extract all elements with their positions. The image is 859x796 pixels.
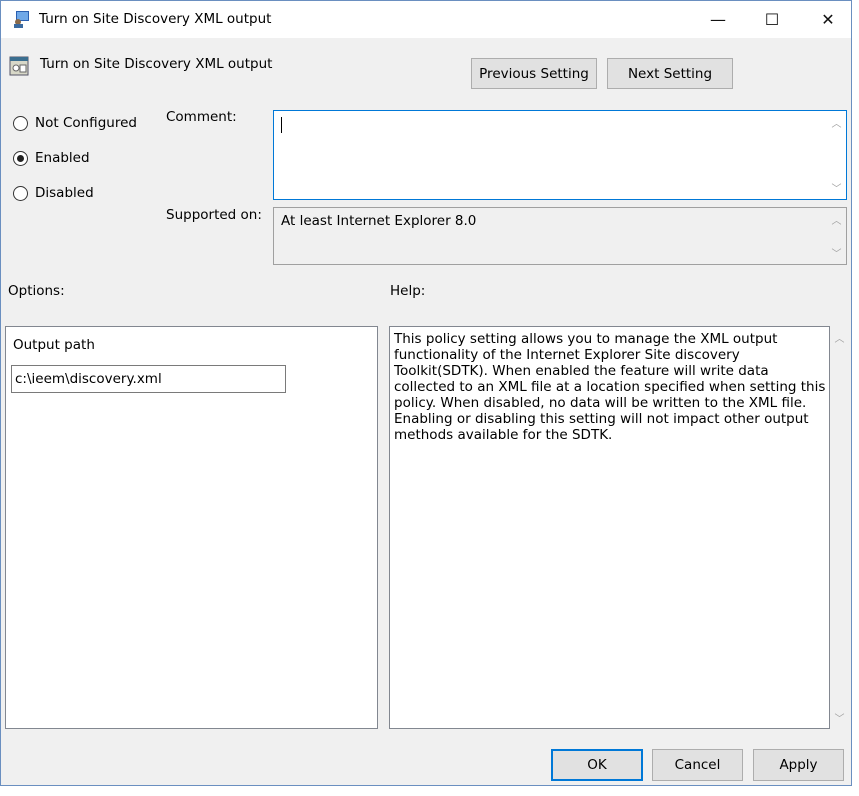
output-path-value: c:\ieem\discovery.xml — [15, 371, 162, 387]
supported-on-label: Supported on: — [166, 207, 262, 223]
supported-scrollbar[interactable]: ︿ ﹀ — [827, 208, 846, 264]
title-bar: Turn on Site Discovery XML output — ☐ ✕ — [1, 1, 851, 38]
supported-on-value: At least Internet Explorer 8.0 — [281, 213, 477, 229]
help-label: Help: — [390, 283, 426, 299]
close-button[interactable]: ✕ — [805, 1, 851, 38]
disabled-label: Disabled — [35, 185, 94, 201]
supported-on-box: At least Internet Explorer 8.0 ︿ ﹀ — [273, 207, 847, 265]
not-configured-label: Not Configured — [35, 115, 137, 131]
output-path-input[interactable]: c:\ieem\discovery.xml — [11, 365, 286, 393]
comment-textarea[interactable]: ︿ ﹀ — [273, 110, 847, 200]
help-text: This policy setting allows you to manage… — [394, 331, 826, 443]
disabled-radio[interactable] — [13, 186, 28, 201]
help-scrollbar[interactable]: ︿ ﹀ — [830, 326, 849, 729]
comment-label: Comment: — [166, 109, 237, 125]
previous-setting-button[interactable]: Previous Setting — [471, 58, 597, 89]
output-path-label: Output path — [13, 337, 95, 353]
enabled-radio[interactable] — [13, 151, 28, 166]
not-configured-radio[interactable] — [13, 116, 28, 131]
next-setting-button[interactable]: Next Setting — [607, 58, 733, 89]
maximize-button[interactable]: ☐ — [749, 1, 795, 38]
enabled-label: Enabled — [35, 150, 90, 166]
minimize-button[interactable]: — — [695, 1, 741, 38]
group-policy-icon — [14, 11, 29, 28]
help-panel: This policy setting allows you to manage… — [389, 326, 830, 729]
apply-button[interactable]: Apply — [753, 749, 844, 781]
comment-scrollbar[interactable]: ︿ ﹀ — [827, 111, 846, 199]
window-title: Turn on Site Discovery XML output — [39, 11, 272, 27]
setting-title: Turn on Site Discovery XML output — [40, 56, 273, 72]
options-label: Options: — [8, 283, 65, 299]
ok-button[interactable]: OK — [551, 749, 643, 781]
text-cursor — [281, 117, 282, 133]
policy-setting-icon — [9, 56, 29, 76]
options-panel: Output path c:\ieem\discovery.xml — [5, 326, 378, 729]
cancel-button[interactable]: Cancel — [652, 749, 743, 781]
